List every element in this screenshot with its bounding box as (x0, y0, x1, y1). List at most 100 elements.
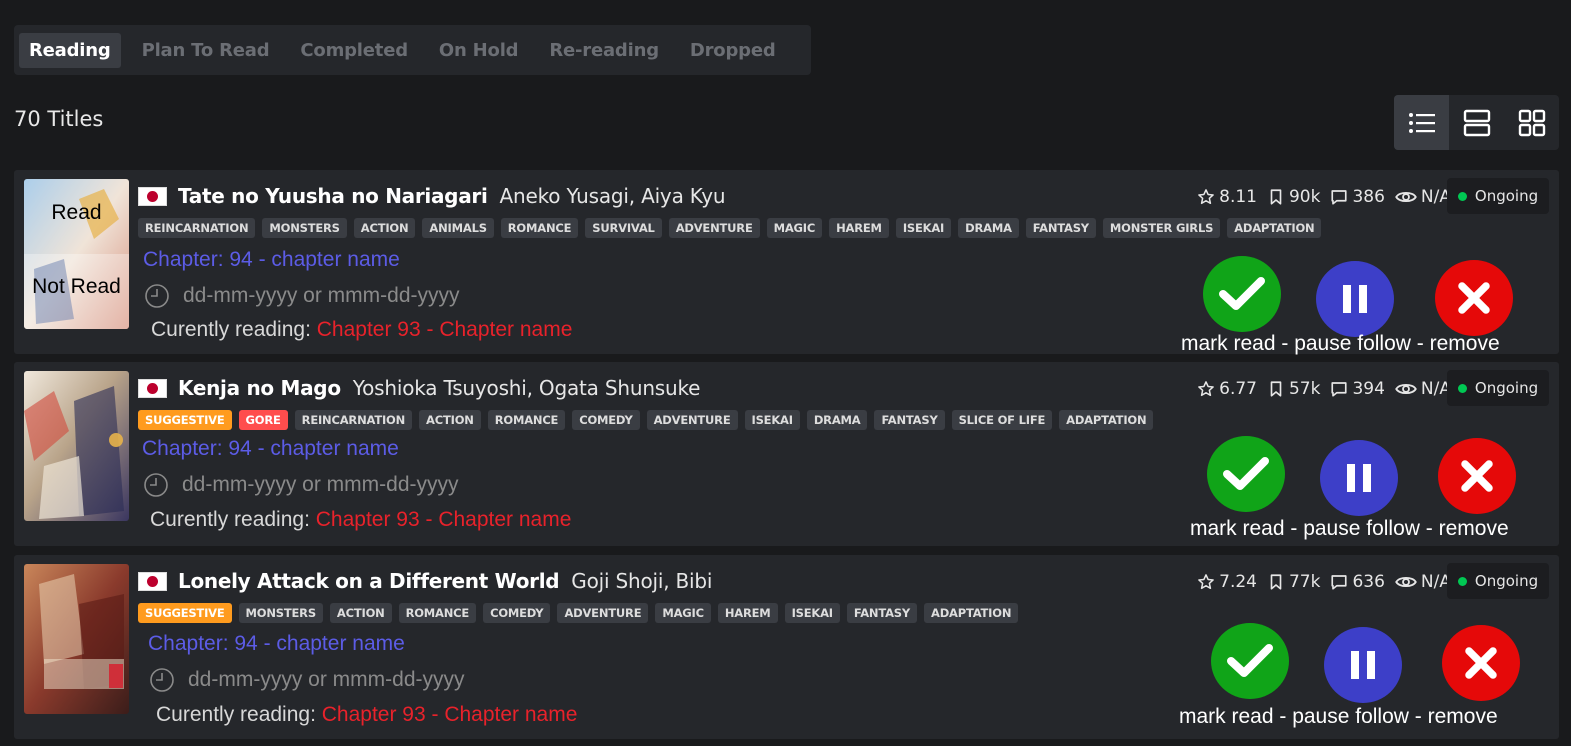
rating-value: 6.77 (1219, 379, 1257, 399)
manga-cover[interactable]: Read Not Read (24, 179, 129, 329)
tag[interactable]: ADAPTATION (1059, 410, 1154, 430)
tab-on-hold[interactable]: On Hold (429, 33, 528, 68)
mark-read-button[interactable] (1211, 623, 1289, 699)
tag[interactable]: ADAPTATION (924, 603, 1019, 623)
eye-icon (1395, 383, 1417, 395)
tag[interactable]: ACTION (353, 218, 416, 238)
pause-follow-button[interactable] (1324, 627, 1402, 703)
tab-re-reading[interactable]: Re-reading (539, 33, 669, 68)
manga-card: Lonely Attack on a Different World Goji … (14, 555, 1559, 739)
tag-suggestive[interactable]: SUGGESTIVE (138, 603, 232, 623)
tag[interactable]: SLICE OF LIFE (951, 410, 1053, 430)
remove-button[interactable] (1442, 625, 1520, 701)
manga-cover[interactable] (24, 371, 129, 521)
list-status-tabs: Reading Plan To Read Completed On Hold R… (14, 25, 811, 75)
bookmark-icon (1270, 189, 1282, 205)
tag[interactable]: ROMANCE (398, 603, 477, 623)
mark-read-button[interactable] (1203, 256, 1281, 332)
rows-view-button[interactable] (1449, 95, 1504, 150)
status-badge: Ongoing (1447, 178, 1549, 214)
tag[interactable]: ADVENTURE (557, 603, 649, 623)
comments-value: 636 (1352, 572, 1385, 592)
tag[interactable]: REINCARNATION (138, 218, 256, 238)
date-text: dd-mm-yyyy or mmm-dd-yyyy (188, 668, 465, 691)
cover-image (24, 371, 129, 521)
remove-button[interactable] (1438, 438, 1516, 514)
latest-chapter-link[interactable]: Chapter: 94 - chapter name (148, 632, 405, 656)
status-dot-icon (1457, 191, 1467, 201)
manga-title[interactable]: Kenja no Mago (178, 376, 341, 400)
manga-card: Kenja no Mago Yoshioka Tsuyoshi, Ogata S… (14, 362, 1559, 546)
tag[interactable]: FANTASY (1025, 218, 1096, 238)
tag[interactable]: ROMANCE (487, 410, 566, 430)
tag[interactable]: DRAMA (958, 218, 1019, 238)
clock-icon (145, 284, 169, 308)
checkmark-icon (1219, 277, 1265, 310)
eye-icon (1395, 576, 1417, 588)
tag[interactable]: FANTASY (846, 603, 917, 623)
remove-button[interactable] (1435, 260, 1513, 336)
tag[interactable]: MONSTERS (238, 603, 323, 623)
tag[interactable]: COMEDY (483, 603, 551, 623)
manga-card: Read Not Read Tate no Yuusha no Nariagar… (14, 170, 1559, 355)
tag[interactable]: SURVIVAL (585, 218, 662, 238)
tag-suggestive[interactable]: SUGGESTIVE (138, 410, 232, 430)
manga-authors[interactable]: Aneko Yusagi, Aiya Kyu (500, 184, 726, 208)
manga-stats: 6.77 57k 394 N/A (1187, 372, 1451, 406)
rating-value: 8.11 (1219, 187, 1257, 207)
manga-cover[interactable] (24, 564, 129, 714)
tag[interactable]: COMEDY (572, 410, 640, 430)
clock-icon (144, 473, 168, 497)
manga-authors[interactable]: Goji Shoji, Bibi (571, 569, 712, 593)
tag[interactable]: ISEKAI (895, 218, 952, 238)
tag[interactable]: ADVENTURE (646, 410, 738, 430)
current-chapter-link[interactable]: Chapter 93 - Chapter name (317, 318, 573, 341)
comments-value: 386 (1352, 187, 1385, 207)
tab-completed[interactable]: Completed (290, 33, 418, 68)
tag[interactable]: HAREM (829, 218, 889, 238)
manga-title[interactable]: Tate no Yuusha no Nariagari (178, 184, 488, 208)
latest-chapter-link[interactable]: Chapter: 94 - chapter name (142, 437, 399, 461)
mark-read-button[interactable] (1207, 436, 1285, 512)
tab-reading[interactable]: Reading (19, 32, 121, 68)
tag[interactable]: ROMANCE (500, 218, 579, 238)
tag[interactable]: ADVENTURE (668, 218, 760, 238)
status-badge: Ongoing (1447, 563, 1549, 599)
status-text: Ongoing (1474, 379, 1539, 397)
tag[interactable]: FANTASY (874, 410, 945, 430)
grid-view-button[interactable] (1504, 95, 1559, 150)
tag-gore[interactable]: GORE (238, 410, 288, 430)
manga-title[interactable]: Lonely Attack on a Different World (178, 569, 560, 593)
tag[interactable]: ISEKAI (784, 603, 840, 623)
tab-dropped[interactable]: Dropped (680, 33, 786, 68)
japan-flag-icon (138, 186, 167, 206)
rating-value: 7.24 (1219, 572, 1257, 592)
tag[interactable]: MONSTERS (262, 218, 347, 238)
pause-follow-button[interactable] (1320, 440, 1398, 516)
tag[interactable]: ADAPTATION (1227, 218, 1322, 238)
pause-follow-button[interactable] (1316, 261, 1394, 337)
tab-plan-to-read[interactable]: Plan To Read (132, 33, 280, 68)
tag[interactable]: DRAMA (806, 410, 868, 430)
tag[interactable]: ANIMALS (422, 218, 494, 238)
latest-chapter-link[interactable]: Chapter: 94 - chapter name (143, 248, 400, 272)
tag[interactable]: MONSTER GIRLS (1102, 218, 1221, 238)
current-chapter-link[interactable]: Chapter 93 - Chapter name (316, 508, 572, 531)
chapter-date: dd-mm-yyyy or mmm-dd-yyyy (144, 283, 460, 309)
current-chapter-link[interactable]: Chapter 93 - Chapter name (322, 703, 578, 726)
tag[interactable]: ACTION (329, 603, 392, 623)
list-view-button[interactable] (1394, 95, 1449, 150)
currently-reading-label: Curently reading: (150, 508, 316, 531)
japan-flag-icon (138, 571, 167, 591)
tag[interactable]: ACTION (419, 410, 481, 430)
tag[interactable]: REINCARNATION (294, 410, 413, 430)
actions-label: mark read - pause follow - remove (1181, 332, 1500, 355)
tag-list: SUGGESTIVE GORE REINCARNATION ACTION ROM… (138, 410, 1160, 430)
manga-authors[interactable]: Yoshioka Tsuyoshi, Ogata Shunsuke (353, 376, 701, 400)
tag[interactable]: ISEKAI (744, 410, 800, 430)
manga-stats: 8.11 90k 386 N/A (1187, 180, 1451, 214)
tag[interactable]: MAGIC (655, 603, 711, 623)
tag[interactable]: HAREM (717, 603, 778, 623)
title-row: Tate no Yuusha no Nariagari Aneko Yusagi… (138, 180, 726, 212)
tag[interactable]: MAGIC (766, 218, 823, 238)
